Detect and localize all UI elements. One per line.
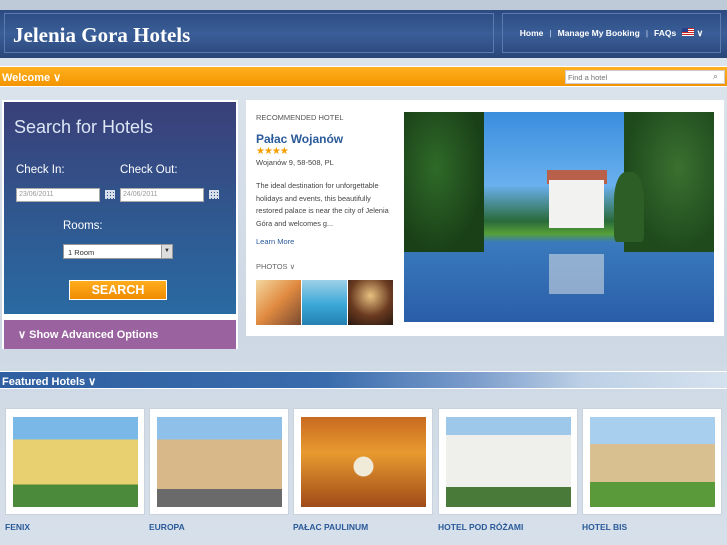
- hotel-name-link[interactable]: FENIX: [5, 522, 30, 532]
- hotel-name-link[interactable]: HOTEL BIS: [582, 522, 627, 532]
- hotel-name-link[interactable]: EUROPA: [149, 522, 185, 532]
- search-panel: Search for Hotels Check In: Check Out: 2…: [2, 100, 238, 349]
- hotel-card[interactable]: [582, 408, 722, 515]
- nav-home-link[interactable]: Home: [520, 28, 544, 38]
- nav-separator: |: [549, 28, 552, 38]
- recommended-label: RECOMMENDED HOTEL: [256, 113, 344, 122]
- nav-faqs-link[interactable]: FAQs: [654, 28, 676, 38]
- recommended-hotel-panel: RECOMMENDED HOTEL Pałac Wojanów ★★★★ Woj…: [246, 100, 724, 336]
- welcome-toggle[interactable]: Welcome ∨: [2, 71, 61, 84]
- photo-thumbnail[interactable]: [302, 280, 347, 325]
- welcome-bar: Welcome ∨ ⌕: [0, 66, 727, 87]
- check-out-label: Check Out:: [120, 164, 178, 176]
- find-hotel-input[interactable]: [565, 70, 725, 84]
- language-selector[interactable]: ∨: [682, 27, 704, 39]
- check-in-field[interactable]: 23/06/2011: [16, 188, 100, 202]
- photo-detail: [549, 180, 604, 228]
- check-out-field[interactable]: 24/06/2011: [120, 188, 204, 202]
- photo-thumbnail[interactable]: [348, 280, 393, 325]
- site-logo-text[interactable]: Jelenia Gora Hotels: [13, 23, 190, 48]
- rooms-label: Rooms:: [63, 220, 103, 232]
- us-flag-icon: [682, 27, 695, 36]
- learn-more-link[interactable]: Learn More: [256, 237, 294, 246]
- photo-detail: [614, 172, 644, 242]
- recommended-hotel-name[interactable]: Pałac Wojanów: [256, 132, 343, 146]
- rooms-select-value: 1 Room: [68, 248, 95, 257]
- check-in-label: Check In:: [16, 164, 65, 176]
- star-rating: ★★★★: [256, 146, 289, 157]
- hotel-main-photo: [404, 112, 714, 322]
- top-nav: Home | Manage My Booking | FAQs ∨: [502, 13, 721, 53]
- calendar-icon[interactable]: [105, 190, 115, 199]
- hotel-photo[interactable]: [13, 417, 138, 507]
- hotel-card[interactable]: [293, 408, 433, 515]
- hotel-card[interactable]: [149, 408, 289, 515]
- photo-detail: [404, 112, 484, 252]
- photo-thumbnail[interactable]: [256, 280, 301, 325]
- search-title: Search for Hotels: [14, 117, 154, 137]
- hotel-photo[interactable]: [590, 417, 715, 507]
- chevron-down-icon: ▼: [161, 245, 172, 258]
- nav-manage-booking-link[interactable]: Manage My Booking: [558, 28, 640, 38]
- rooms-select[interactable]: 1 Room ▼: [63, 244, 173, 259]
- show-advanced-options[interactable]: ∨ Show Advanced Options: [4, 320, 236, 349]
- hotel-photo[interactable]: [446, 417, 571, 507]
- hotel-card[interactable]: [438, 408, 578, 515]
- brand-box: Jelenia Gora Hotels: [4, 13, 494, 53]
- search-icon[interactable]: ⌕: [713, 71, 718, 82]
- site-header: Jelenia Gora Hotels Home | Manage My Boo…: [0, 0, 727, 58]
- chevron-down-icon: ∨: [696, 27, 704, 38]
- hotel-name-link[interactable]: PAŁAC PAULINUM: [293, 522, 368, 532]
- hotel-card[interactable]: [5, 408, 145, 515]
- photo-detail: [549, 254, 604, 294]
- photos-toggle[interactable]: PHOTOS ∨: [256, 262, 295, 271]
- hotel-photo[interactable]: [157, 417, 282, 507]
- hotel-address: Wojanów 9, 58-508, PL: [256, 158, 334, 167]
- calendar-icon[interactable]: [209, 190, 219, 199]
- featured-hotels-bar: Featured Hotels ∨: [0, 371, 727, 389]
- hotel-name-link[interactable]: HOTEL POD RÓŻAMI: [438, 522, 523, 532]
- nav-separator: |: [645, 28, 649, 38]
- search-button[interactable]: SEARCH: [69, 280, 167, 300]
- search-form: Search for Hotels Check In: Check Out: 2…: [4, 102, 236, 314]
- featured-hotels-toggle[interactable]: Featured Hotels ∨: [2, 375, 96, 388]
- hotel-description: The ideal destination for unforgettable …: [256, 181, 389, 228]
- hotel-photo[interactable]: [301, 417, 426, 507]
